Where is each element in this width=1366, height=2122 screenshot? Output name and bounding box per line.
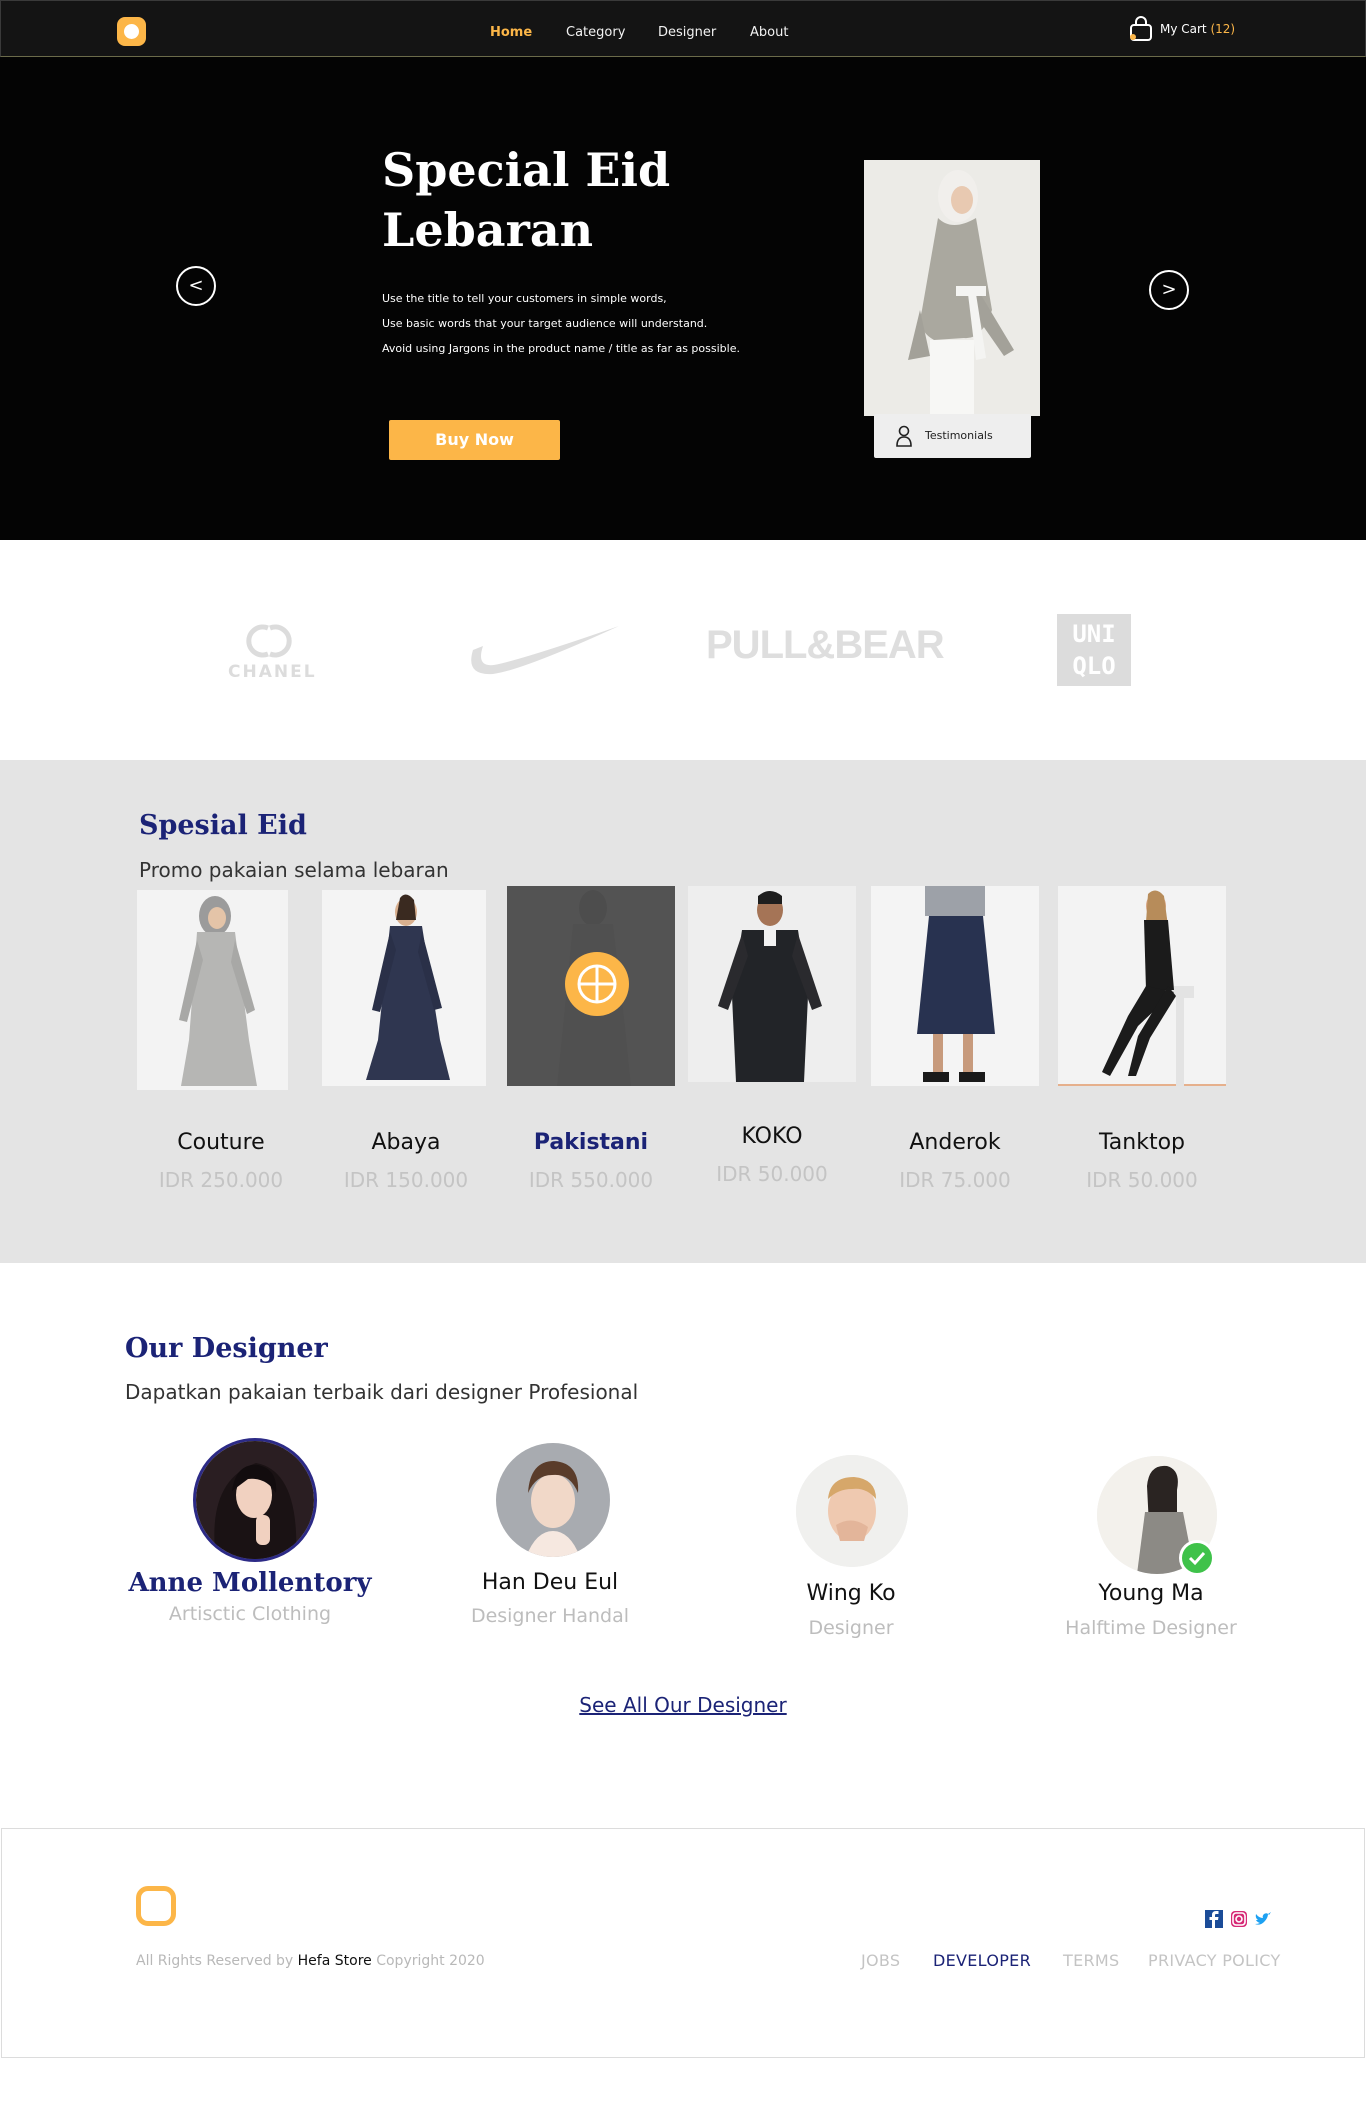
footer: All Rights Reserved by Hefa Store Copyri… bbox=[1, 1828, 1365, 2058]
section-subtitle: Promo pakaian selama lebaran bbox=[139, 858, 449, 882]
nike-swoosh-icon bbox=[471, 626, 619, 675]
brand-partners: CHANEL PULL&BEAR UNI QLO bbox=[0, 540, 1366, 760]
copyright-text: All Rights Reserved by Hefa Store Copyri… bbox=[136, 1953, 485, 1969]
section-subtitle: Dapatkan pakaian terbaik dari designer P… bbox=[125, 1380, 639, 1404]
hero-product-image bbox=[864, 160, 1040, 416]
section-title: Our Designer bbox=[125, 1333, 328, 1364]
designer-role: Designer bbox=[808, 1617, 894, 1639]
designer-avatar bbox=[496, 1443, 610, 1557]
nav-home-link[interactable]: Home bbox=[490, 25, 532, 40]
carousel-prev-button[interactable]: < bbox=[176, 266, 216, 306]
product-name: Abaya bbox=[371, 1130, 441, 1155]
product-card[interactable]: KOKO IDR 50.000 bbox=[688, 886, 856, 1220]
chanel-cc-icon bbox=[246, 624, 292, 658]
product-name: KOKO bbox=[741, 1124, 803, 1149]
uniqlo-logo: UNI QLO bbox=[1057, 614, 1131, 686]
product-card[interactable]: Couture IDR 250.000 bbox=[137, 890, 305, 1220]
product-image bbox=[322, 890, 486, 1086]
product-image bbox=[871, 886, 1039, 1086]
nav-category-link[interactable]: Category bbox=[566, 25, 625, 40]
designer-role: Designer Handal bbox=[470, 1605, 630, 1627]
product-price: IDR 50.000 bbox=[1086, 1168, 1198, 1192]
user-icon bbox=[896, 425, 912, 447]
designer-card[interactable]: Wing Ko Designer bbox=[726, 1455, 976, 1655]
designer-avatar bbox=[796, 1455, 908, 1567]
designer-card[interactable]: Anne Mollentory Artisctic Clothing bbox=[125, 1438, 375, 1638]
footer-link-privacy-policy[interactable]: PRIVACY POLICY bbox=[1148, 1951, 1281, 1970]
uniqlo-line-1: UNI bbox=[1072, 620, 1116, 648]
product-image bbox=[137, 890, 288, 1090]
add-to-cart-button[interactable] bbox=[565, 952, 629, 1016]
product-name: Pakistani bbox=[533, 1130, 649, 1155]
special-eid-section: Spesial Eid Promo pakaian selama lebaran… bbox=[0, 760, 1366, 1263]
twitter-icon[interactable] bbox=[1254, 1910, 1272, 1928]
facebook-icon[interactable] bbox=[1205, 1910, 1223, 1928]
chanel-wordmark: CHANEL bbox=[228, 662, 317, 682]
designer-name: Young Ma bbox=[1098, 1581, 1204, 1606]
hero-description-line: Use the title to tell your customers in … bbox=[382, 292, 667, 305]
cart-count-badge: (12) bbox=[1210, 22, 1236, 36]
product-price: IDR 250.000 bbox=[158, 1168, 284, 1192]
designer-avatar bbox=[193, 1438, 317, 1562]
hero-description-line: Avoid using Jargons in the product name … bbox=[382, 342, 740, 355]
nav-designer-link[interactable]: Designer bbox=[658, 25, 716, 40]
pullbear-logo: PULL&BEAR bbox=[706, 623, 945, 667]
buy-now-button[interactable]: Buy Now bbox=[389, 420, 560, 460]
designer-card[interactable]: Young Ma Halftime Designer bbox=[1026, 1456, 1276, 1656]
footer-logo-icon[interactable] bbox=[136, 1886, 176, 1926]
cart-label: My Cart (12) bbox=[1160, 22, 1236, 36]
product-price: IDR 550.000 bbox=[528, 1168, 654, 1192]
testimonials-label: Testimonials bbox=[925, 429, 993, 442]
uniqlo-line-2: QLO bbox=[1072, 652, 1116, 680]
designer-name: Anne Mollentory bbox=[128, 1568, 372, 1598]
our-designer-section: Our Designer Dapatkan pakaian terbaik da… bbox=[0, 1263, 1366, 1828]
hero-description-line: Use basic words that your target audienc… bbox=[382, 317, 708, 330]
product-name: Tanktop bbox=[1098, 1130, 1185, 1155]
testimonials-button[interactable]: Testimonials bbox=[874, 414, 1031, 458]
footer-link-terms[interactable]: TERMS bbox=[1063, 1951, 1119, 1970]
top-navbar: Home Category Designer About My Cart (12… bbox=[0, 0, 1366, 57]
designer-name: Wing Ko bbox=[806, 1581, 896, 1606]
nav-about-link[interactable]: About bbox=[750, 25, 788, 40]
product-price: IDR 75.000 bbox=[899, 1168, 1011, 1192]
designer-name: Han Deu Eul bbox=[481, 1570, 619, 1595]
see-all-designers-link[interactable]: See All Our Designer bbox=[0, 1693, 1366, 1717]
plus-circle-icon bbox=[577, 964, 617, 1004]
product-card[interactable]: Anderok IDR 75.000 bbox=[871, 886, 1039, 1220]
product-card[interactable]: Pakistani IDR 550.000 bbox=[507, 886, 675, 1220]
product-image bbox=[688, 886, 856, 1082]
designer-role: Halftime Designer bbox=[1065, 1617, 1237, 1639]
store-name: Hefa Store bbox=[297, 1953, 372, 1969]
shopping-bag-icon bbox=[1130, 16, 1152, 41]
product-name: Couture bbox=[177, 1130, 265, 1155]
footer-link-jobs[interactable]: JOBS bbox=[861, 1951, 900, 1970]
hero-title: Special Eid Lebaran bbox=[382, 143, 671, 257]
verified-check-icon bbox=[1179, 1540, 1215, 1576]
hero-banner: Special Eid Lebaran Use the title to tel… bbox=[0, 57, 1366, 540]
product-price: IDR 150.000 bbox=[343, 1168, 469, 1192]
designer-card[interactable]: Han Deu Eul Designer Handal bbox=[425, 1443, 675, 1643]
product-name: Anderok bbox=[909, 1130, 1001, 1155]
product-card[interactable]: Tanktop IDR 50.000 bbox=[1058, 886, 1226, 1220]
section-title: Spesial Eid bbox=[139, 810, 307, 841]
product-image bbox=[1058, 886, 1226, 1086]
nike-logo bbox=[463, 620, 623, 680]
product-card[interactable]: Abaya IDR 150.000 bbox=[322, 890, 490, 1220]
chanel-logo: CHANEL bbox=[228, 620, 317, 682]
instagram-icon[interactable] bbox=[1230, 1910, 1248, 1928]
designer-role: Artisctic Clothing bbox=[168, 1603, 332, 1625]
product-image bbox=[507, 886, 675, 1086]
product-price: IDR 50.000 bbox=[716, 1162, 828, 1186]
carousel-next-button[interactable]: > bbox=[1149, 270, 1189, 310]
footer-link-developer[interactable]: DEVELOPER bbox=[933, 1951, 1031, 1970]
